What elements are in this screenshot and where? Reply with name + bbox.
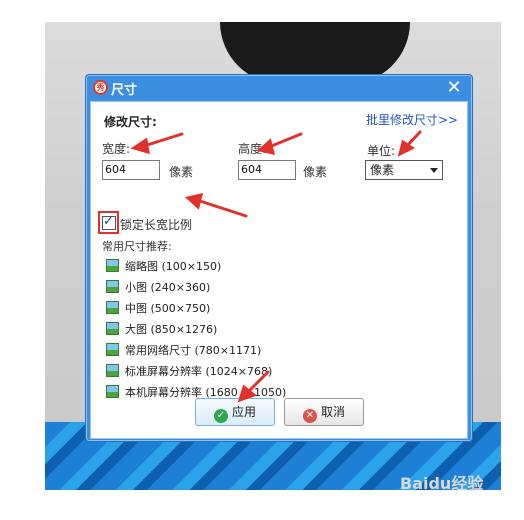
dialog-title: 尺寸 — [111, 83, 138, 98]
image-icon — [106, 322, 119, 335]
image-icon — [106, 385, 119, 398]
image-icon — [106, 259, 119, 272]
batch-resize-link[interactable]: 批里修改尺寸>> — [366, 111, 458, 128]
width-input[interactable]: 604 — [102, 160, 160, 180]
recommend-item[interactable]: 常用网络尺寸 (780×1171) — [106, 342, 261, 360]
cancel-button[interactable]: ✕ 取消 — [284, 398, 364, 426]
chevron-down-icon — [430, 168, 438, 173]
app-logo-icon: 秀 — [93, 80, 108, 95]
height-input[interactable]: 604 — [238, 160, 296, 180]
resize-dialog: 秀 尺寸 ✕ 修改尺寸: 批里修改尺寸>> 宽度: 604 像素 高度: 604… — [85, 74, 473, 442]
width-label: 宽度: — [102, 142, 131, 156]
image-icon — [106, 364, 119, 377]
cancel-circle-icon: ✕ — [302, 409, 317, 423]
image-icon — [106, 343, 119, 356]
watermark: Baidu经验 — [400, 474, 484, 493]
recommend-item[interactable]: 中图 (500×750) — [106, 300, 210, 318]
unit-selected-value: 像素 — [370, 163, 395, 177]
unit-label: 单位: — [367, 144, 396, 158]
recommend-title: 常用尺寸推荐: — [102, 240, 172, 253]
check-circle-icon: ✓ — [213, 409, 228, 423]
unit-select[interactable]: 像素 — [365, 160, 443, 180]
section-title: 修改尺寸: — [104, 115, 157, 129]
width-unit: 像素 — [169, 165, 194, 179]
recommend-item[interactable]: 标准屏幕分辨率 (1024×768) — [106, 363, 272, 381]
image-icon — [106, 301, 119, 314]
recommend-item[interactable]: 小图 (240×360) — [106, 279, 210, 297]
height-label: 高度: — [238, 142, 267, 156]
recommend-item[interactable]: 大图 (850×1276) — [106, 321, 217, 339]
lock-ratio-label: 锁定长宽比例 — [120, 218, 193, 232]
image-icon — [106, 280, 119, 293]
dialog-body: 修改尺寸: 批里修改尺寸>> 宽度: 604 像素 高度: 604 像素 单位:… — [90, 101, 468, 439]
recommend-item[interactable]: 缩略图 (100×150) — [106, 258, 221, 276]
highlight-box — [98, 211, 119, 234]
close-icon[interactable]: ✕ — [442, 77, 466, 99]
height-unit: 像素 — [303, 165, 328, 179]
apply-button[interactable]: ✓ 应用 — [195, 398, 275, 426]
dialog-titlebar[interactable]: 秀 尺寸 ✕ — [86, 75, 472, 101]
